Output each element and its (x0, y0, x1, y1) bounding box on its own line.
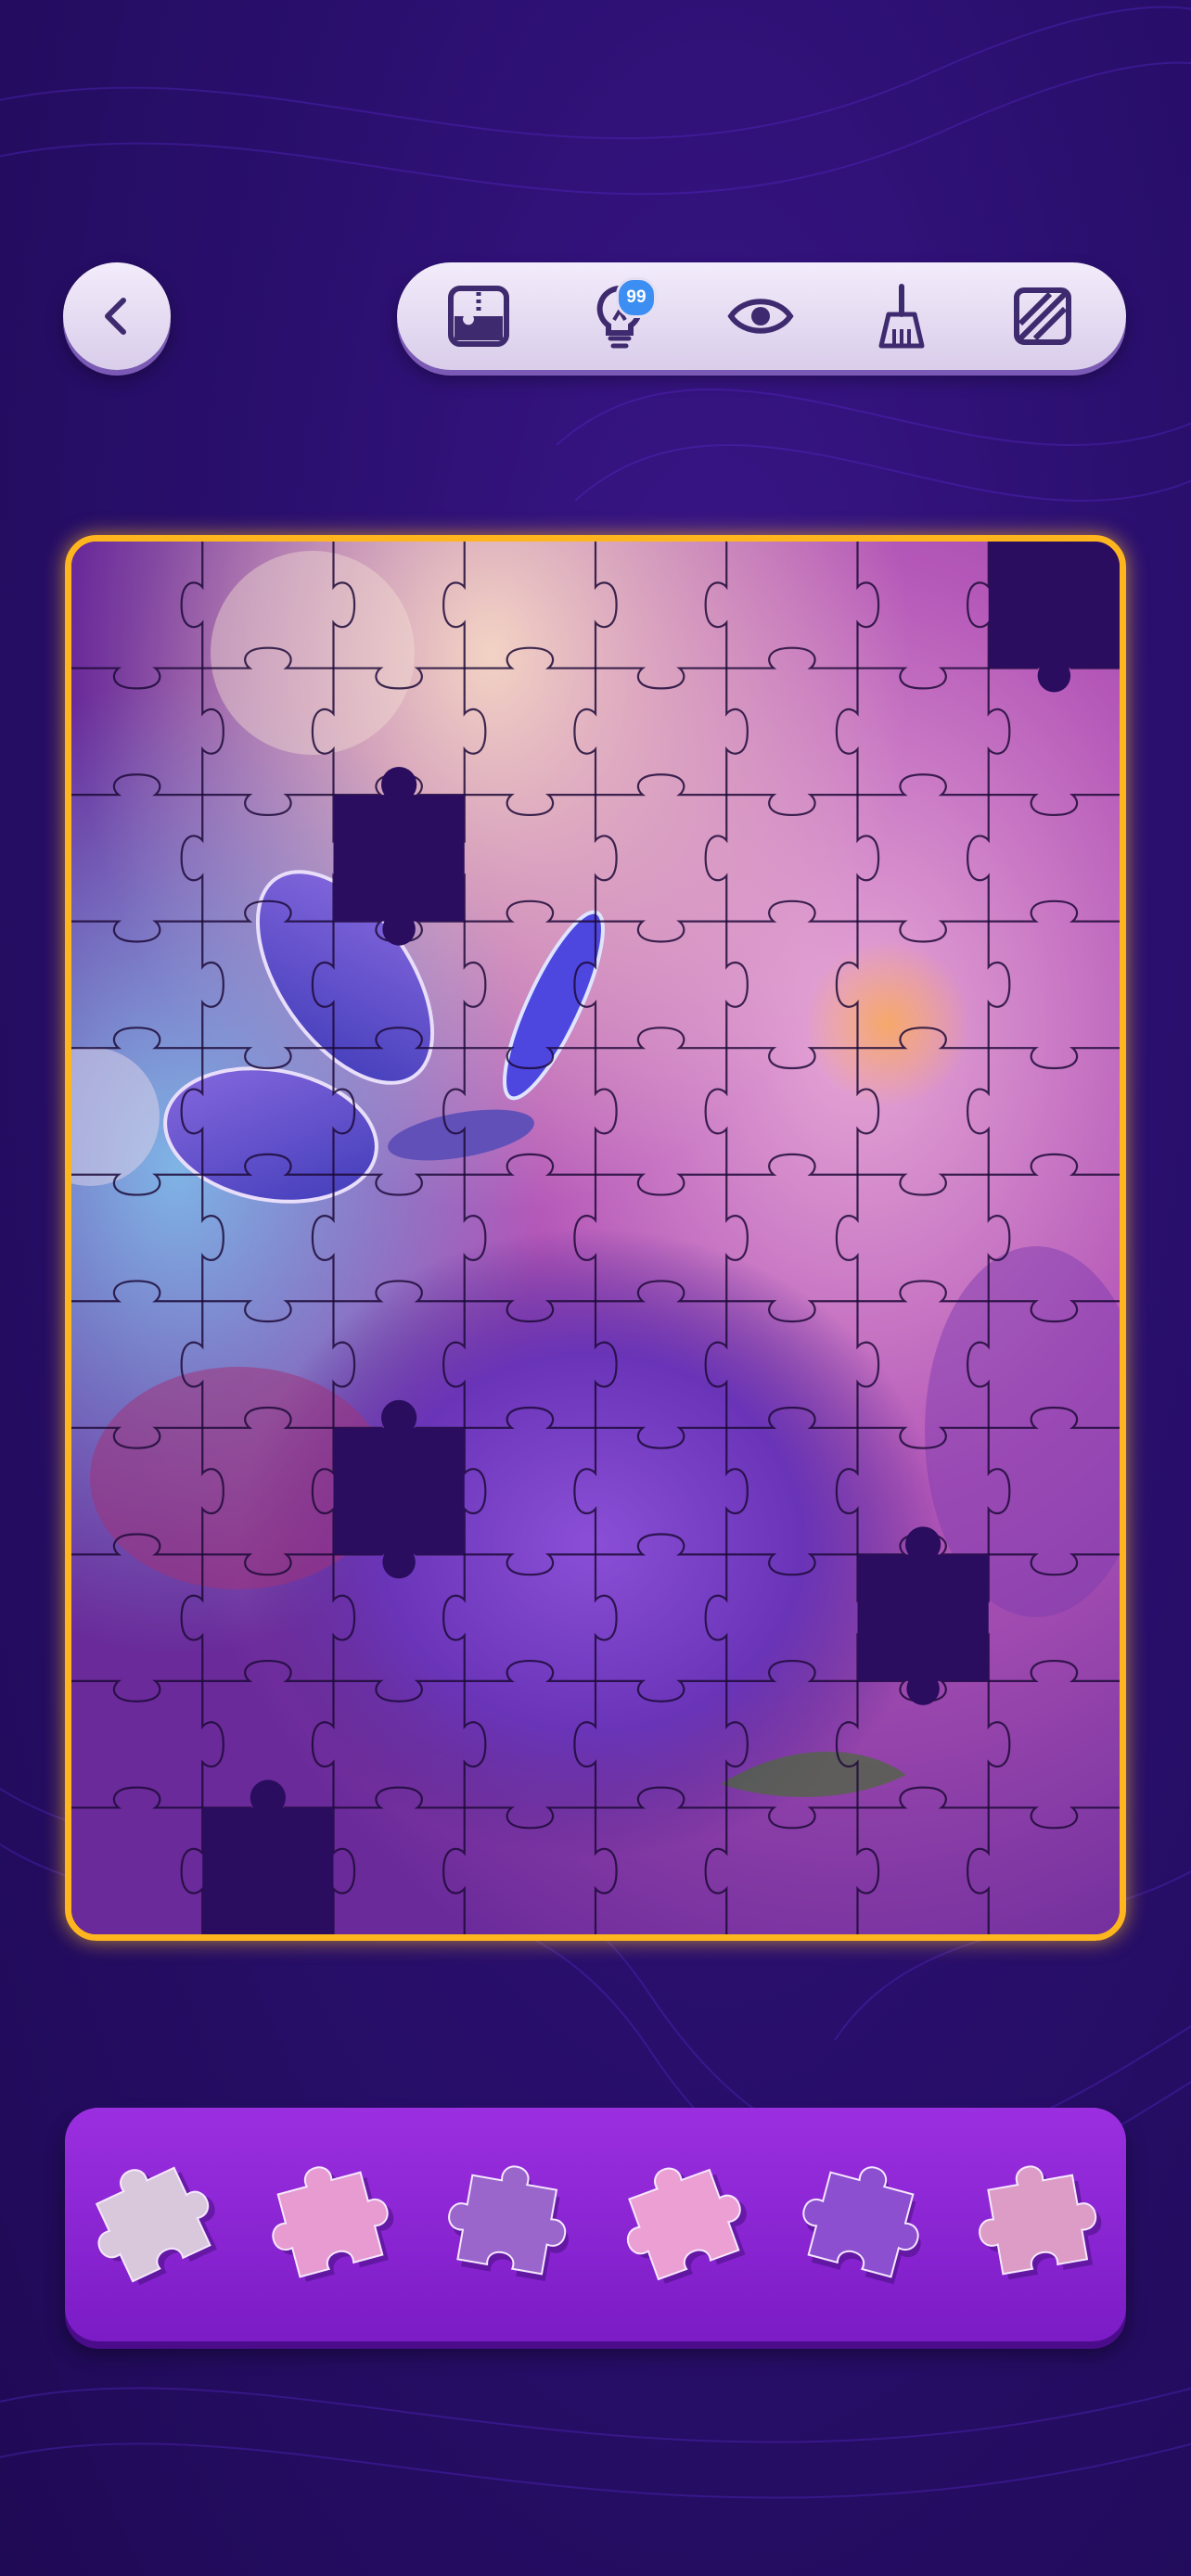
piece-tray[interactable] (65, 2108, 1126, 2341)
tray-piece-2[interactable] (259, 2151, 404, 2287)
hint-count-badge: 99 (616, 277, 657, 318)
puzzle-image (71, 542, 1120, 1934)
sweep-button[interactable] (864, 279, 939, 353)
tray-piece-3[interactable] (441, 2157, 580, 2284)
hint-button[interactable]: 99 (583, 277, 657, 353)
edge-pieces-icon (448, 286, 509, 347)
tray-pieces (75, 2145, 1108, 2294)
broom-icon (878, 284, 925, 349)
puzzle-board[interactable] (65, 535, 1126, 1941)
back-button[interactable] (63, 262, 171, 370)
chevron-left-icon (105, 298, 126, 335)
background-button[interactable] (1005, 279, 1080, 353)
preview-button[interactable] (724, 279, 798, 353)
toolbar: 99 (397, 262, 1126, 370)
background-pattern-icon (1014, 287, 1071, 345)
tray-piece-6[interactable] (969, 2156, 1108, 2283)
preview-eye-icon (727, 299, 794, 334)
tray-piece-1[interactable] (75, 2145, 231, 2294)
edge-pieces-button[interactable] (442, 279, 516, 353)
tray-piece-4[interactable] (608, 2148, 760, 2290)
tray-piece-5[interactable] (791, 2153, 937, 2289)
